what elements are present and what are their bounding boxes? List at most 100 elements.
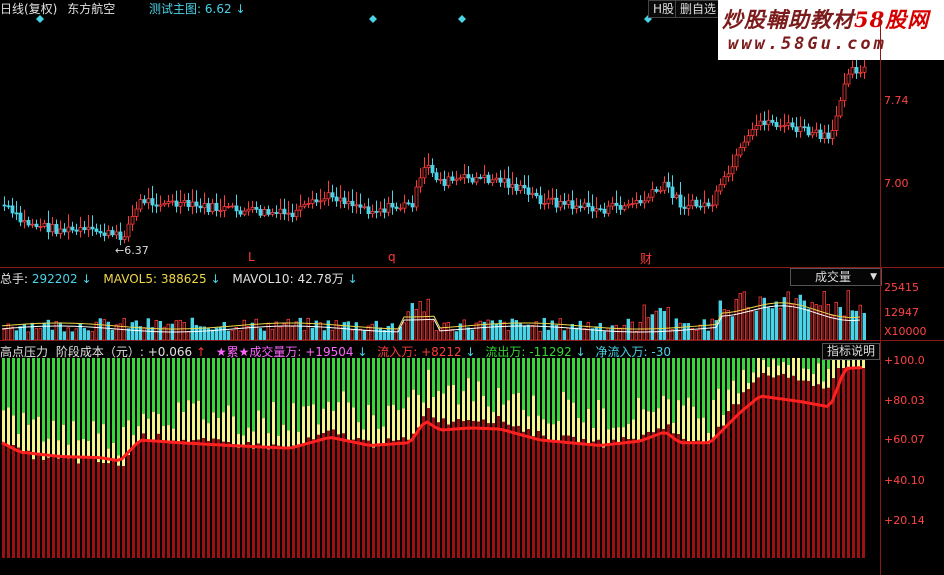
volume-bar xyxy=(54,321,58,340)
chart-period[interactable]: 日线(复权) xyxy=(0,2,57,16)
candle xyxy=(822,132,827,139)
volume-bar xyxy=(70,331,74,340)
resistance-bar xyxy=(122,358,125,428)
candle xyxy=(778,125,783,128)
support-bar xyxy=(677,434,680,558)
cost-band-bar xyxy=(697,418,700,441)
mavol10-value: 42.78万 xyxy=(297,272,344,286)
resistance-bar xyxy=(382,358,385,427)
volume-bar xyxy=(146,318,150,340)
support-bar xyxy=(347,440,350,558)
indicator-help-button[interactable]: 指标说明 xyxy=(822,343,881,360)
candle xyxy=(854,67,859,74)
cost-band-bar xyxy=(307,405,310,438)
volume-bar xyxy=(702,319,706,340)
candle xyxy=(746,135,751,143)
indicator-chart[interactable] xyxy=(0,358,944,573)
cost-band-bar xyxy=(667,399,670,425)
volume-bar xyxy=(754,310,758,340)
candle xyxy=(662,181,667,191)
cost-band-bar xyxy=(262,418,265,447)
support-bar xyxy=(807,380,810,558)
marker-l[interactable]: L xyxy=(248,250,255,264)
candle xyxy=(674,194,679,199)
volume-bar xyxy=(562,330,566,340)
support-bar xyxy=(512,426,515,558)
resistance-bar xyxy=(812,358,815,374)
volume-bar xyxy=(250,322,254,340)
support-bar xyxy=(227,442,230,558)
candle xyxy=(230,205,235,208)
volume-bar xyxy=(150,327,154,340)
main-header: 日线(复权) 东方航空 测试主图: 6.62 ↓ xyxy=(0,0,720,16)
cost-band-bar xyxy=(442,393,445,419)
cost-band-bar xyxy=(197,400,200,440)
candle xyxy=(554,197,559,208)
cost-band-bar xyxy=(357,422,360,439)
cost-band-bar xyxy=(312,404,315,440)
cost-band-bar xyxy=(777,365,780,376)
volume-bar xyxy=(42,322,46,340)
marker-q[interactable]: q xyxy=(388,250,396,264)
resistance-bar xyxy=(617,358,620,428)
support-bar xyxy=(592,441,595,558)
marker-finance[interactable]: 财 xyxy=(640,250,652,267)
cost-band-bar xyxy=(542,419,545,436)
cost-band-bar xyxy=(647,411,650,432)
volume-bar xyxy=(706,330,710,340)
support-bar xyxy=(397,440,400,558)
support-bar xyxy=(327,430,330,558)
volume-bar xyxy=(742,291,746,340)
volume-bar xyxy=(278,326,282,340)
cost-band-bar xyxy=(332,410,335,430)
candle xyxy=(278,208,283,214)
volume-bar xyxy=(50,329,54,340)
volume-bar xyxy=(130,322,134,340)
resistance-bar xyxy=(232,358,235,417)
volume-axis-label: X10000 xyxy=(884,325,927,338)
volume-bar xyxy=(26,331,30,340)
cost-band-bar xyxy=(402,408,405,438)
support-bar xyxy=(122,466,125,558)
volume-bar xyxy=(690,327,694,340)
cost-band-bar xyxy=(382,426,385,446)
indicator-select[interactable]: 成交量 ▼ xyxy=(790,268,882,286)
candle xyxy=(178,202,183,207)
resistance-bar xyxy=(332,358,335,411)
candle xyxy=(302,203,307,207)
cost-band-bar xyxy=(362,429,365,440)
candle xyxy=(754,125,759,130)
cost-band-bar xyxy=(207,423,210,441)
resistance-bar xyxy=(302,358,305,407)
remove-favorite-button[interactable]: 删自选 xyxy=(675,0,722,18)
volume-bar xyxy=(838,307,842,340)
candle xyxy=(634,200,639,205)
resistance-bar xyxy=(422,358,425,403)
event-diamond-icon xyxy=(36,15,44,23)
candle xyxy=(626,203,631,207)
support-bar xyxy=(822,388,825,558)
volume-bar xyxy=(158,320,162,340)
candle xyxy=(586,202,591,208)
cost-band-bar xyxy=(737,393,740,405)
cost-band-bar xyxy=(147,418,150,441)
candle xyxy=(270,212,275,215)
resistance-bar xyxy=(772,358,775,360)
volume-bar xyxy=(322,330,326,340)
volume-bar xyxy=(210,329,214,340)
volume-bar xyxy=(202,326,206,340)
resistance-bar xyxy=(192,358,195,404)
support-bar xyxy=(427,408,430,558)
candle xyxy=(698,205,703,208)
support-bar xyxy=(272,444,275,558)
support-bar xyxy=(192,440,195,558)
candle xyxy=(370,210,375,215)
resistance-bar xyxy=(447,358,450,386)
cost-band-bar xyxy=(582,422,585,440)
resistance-bar xyxy=(677,358,680,401)
support-bar xyxy=(207,440,210,558)
support-bar xyxy=(452,421,455,558)
candle xyxy=(766,119,771,126)
watermark-title: 炒股輔助教材58股网 xyxy=(722,7,930,32)
volume-bar xyxy=(14,330,18,340)
